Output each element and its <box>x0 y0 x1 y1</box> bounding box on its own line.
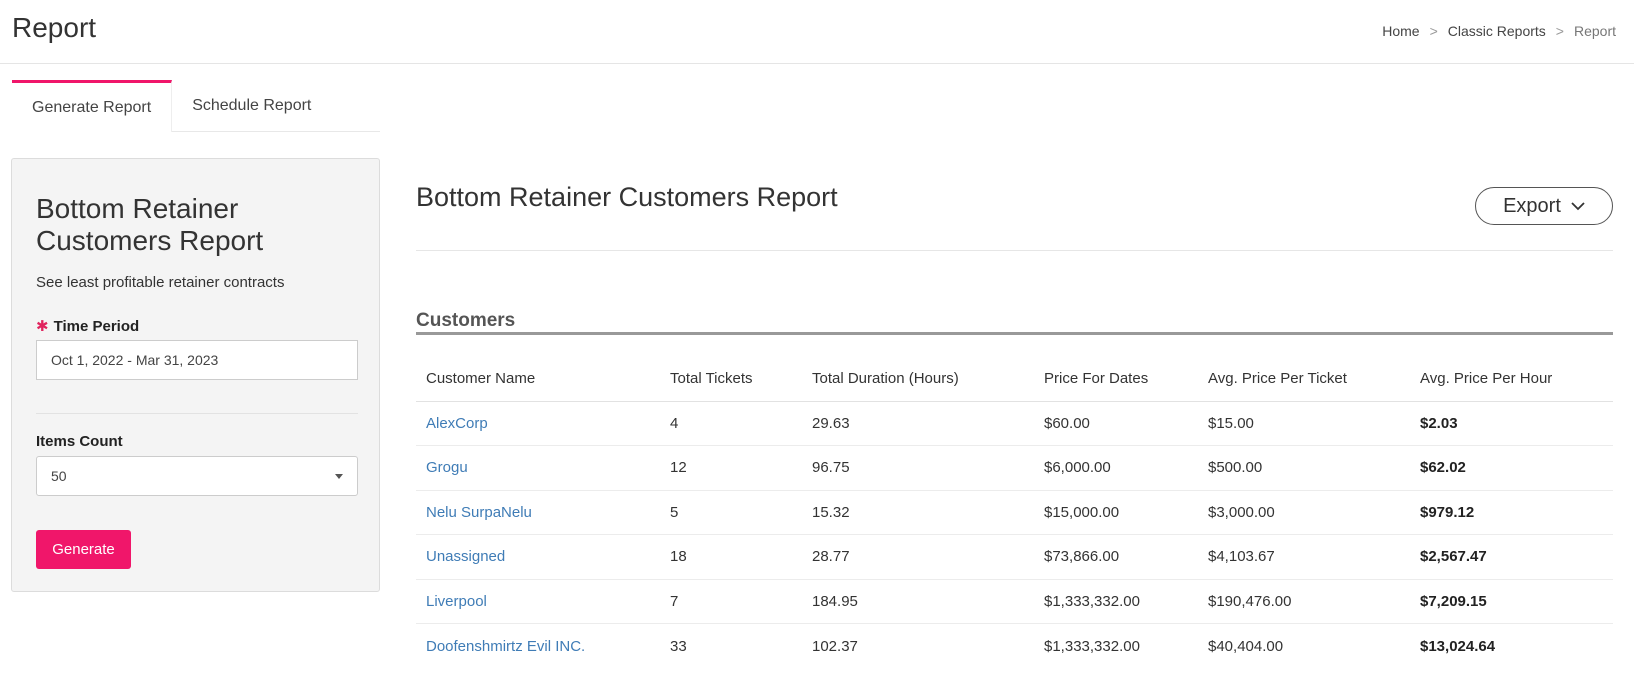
customers-section-rule <box>416 332 1613 335</box>
breadcrumb-current: Report <box>1573 23 1616 39</box>
total-tickets-cell: 5 <box>660 490 802 535</box>
panel-description: See least profitable retainer contracts <box>36 274 285 291</box>
price-for-dates-cell: $15,000.00 <box>1034 490 1198 535</box>
caret-down-icon <box>335 473 343 479</box>
price-for-dates-cell: $73,866.00 <box>1034 534 1198 580</box>
breadcrumb-classic-reports-link[interactable]: Classic Reports <box>1448 23 1546 39</box>
price-for-dates-cell: $6,000.00 <box>1034 445 1198 491</box>
total-duration-cell: 15.32 <box>802 490 1034 535</box>
avg-price-per-ticket-cell: $40,404.00 <box>1208 637 1284 655</box>
items-count-select[interactable]: 50 <box>36 456 358 496</box>
column-header-total-tickets: Total Tickets <box>660 356 802 402</box>
table-row: Grogu 12 96.75 $6,000.00 $500.00 $62.02 <box>416 445 1613 491</box>
total-tickets-cell: 7 <box>660 579 802 624</box>
total-duration-cell: 102.37 <box>812 637 858 655</box>
customer-name-cell: Nelu SurpaNelu <box>416 490 660 535</box>
export-button-label: Export <box>1503 194 1561 217</box>
tab-generate-report[interactable]: Generate Report <box>12 80 173 132</box>
customer-link[interactable]: Liverpool <box>426 593 487 610</box>
avg-price-per-hour-cell: $2.03 <box>1410 401 1613 446</box>
time-period-label-text: Time Period <box>53 318 140 335</box>
customer-link[interactable]: Unassigned <box>426 548 505 565</box>
total-tickets-cell: 18 <box>660 534 802 580</box>
table-row: Unassigned 18 28.77 $73,866.00 $4,103.67… <box>416 534 1613 580</box>
price-for-dates-cell: $1,333,332.00 <box>1044 637 1140 655</box>
form-divider <box>36 413 358 414</box>
customer-link[interactable]: Grogu <box>426 459 468 476</box>
customer-link[interactable]: AlexCorp <box>426 415 488 432</box>
panel-title: Bottom Retainer Customers Report <box>36 193 264 256</box>
total-duration-cell: 184.95 <box>802 579 1034 624</box>
items-count-label: Items Count <box>36 433 123 450</box>
report-title: Bottom Retainer Customers Report <box>416 182 838 212</box>
avg-price-per-ticket-cell: $15.00 <box>1198 401 1410 446</box>
customer-name-cell: Liverpool <box>416 579 660 624</box>
table-row: Liverpool 7 184.95 $1,333,332.00 $190,47… <box>416 579 1613 624</box>
customer-name-cell: AlexCorp <box>416 401 660 446</box>
table-row: Nelu SurpaNelu 5 15.32 $15,000.00 $3,000… <box>416 490 1613 535</box>
top-header: Report Home > Classic Reports > Report <box>0 0 1634 64</box>
total-duration-cell: 29.63 <box>802 401 1034 446</box>
customers-table: Customer Name Total Tickets Total Durati… <box>416 356 1613 668</box>
asterisk-icon: ✱ <box>36 318 49 335</box>
avg-price-per-hour-cell: $2,567.47 <box>1410 534 1613 580</box>
column-header-avg-price-per-hour: Avg. Price Per Hour <box>1410 356 1613 402</box>
avg-price-per-ticket-cell: $3,000.00 <box>1198 490 1410 535</box>
time-period-label: ✱ Time Period <box>36 317 139 335</box>
avg-price-per-hour-cell: $7,209.15 <box>1410 579 1613 624</box>
header-divider <box>416 250 1613 251</box>
column-header-price-for-dates: Price For Dates <box>1034 356 1198 402</box>
column-header-customer-name: Customer Name <box>416 356 660 402</box>
customer-link[interactable]: Doofenshmirtz Evil INC. <box>426 638 585 655</box>
table-row: Doofenshmirtz Evil INC. 33 102.37 $1,333… <box>416 624 1613 669</box>
breadcrumb-home-link[interactable]: Home <box>1382 23 1419 39</box>
generate-button[interactable]: Generate <box>36 530 131 569</box>
avg-price-per-hour-cell: $62.02 <box>1410 445 1613 491</box>
avg-price-per-ticket-cell: $4,103.67 <box>1198 534 1410 580</box>
page-title: Report <box>12 12 97 43</box>
table-row: AlexCorp 4 29.63 $60.00 $15.00 $2.03 <box>416 401 1613 446</box>
time-period-input[interactable]: Oct 1, 2022 - Mar 31, 2023 <box>36 340 358 380</box>
avg-price-per-ticket-cell: $500.00 <box>1198 445 1410 491</box>
report-tabs: Generate Report Schedule Report <box>12 80 380 132</box>
report-settings-panel: Bottom Retainer Customers Report See lea… <box>11 158 380 592</box>
avg-price-per-ticket-cell: $190,476.00 <box>1198 579 1410 624</box>
breadcrumb-separator: > <box>1555 23 1564 39</box>
column-header-total-duration: Total Duration (Hours) <box>802 356 1034 402</box>
column-header-avg-price-per-ticket: Avg. Price Per Ticket <box>1198 356 1410 402</box>
breadcrumb-separator: > <box>1429 23 1438 39</box>
customer-link[interactable]: Nelu SurpaNelu <box>426 504 532 521</box>
customers-section-title: Customers <box>416 310 516 331</box>
avg-price-per-hour-cell: $979.12 <box>1410 490 1613 535</box>
chevron-down-icon <box>1571 201 1585 210</box>
total-tickets-cell: 4 <box>660 401 802 446</box>
table-header-row: Customer Name Total Tickets Total Durati… <box>416 356 1613 402</box>
customer-name-cell: Grogu <box>416 445 660 491</box>
avg-price-per-hour-cell: $13,024.64 <box>1420 637 1496 655</box>
customer-name-cell: Doofenshmirtz Evil INC. <box>416 624 660 669</box>
tab-schedule-report[interactable]: Schedule Report <box>172 80 331 132</box>
total-duration-cell: 96.75 <box>802 445 1034 491</box>
total-tickets-cell: 12 <box>660 445 802 491</box>
price-for-dates-cell: $1,333,332.00 <box>1034 579 1198 624</box>
export-button[interactable]: Export <box>1475 187 1613 225</box>
customer-name-cell: Unassigned <box>416 534 660 580</box>
price-for-dates-cell: $60.00 <box>1034 401 1198 446</box>
total-tickets-cell: 33 <box>670 637 687 655</box>
items-count-value: 50 <box>51 468 67 484</box>
breadcrumb: Home > Classic Reports > Report <box>1382 23 1616 39</box>
total-duration-cell: 28.77 <box>802 534 1034 580</box>
